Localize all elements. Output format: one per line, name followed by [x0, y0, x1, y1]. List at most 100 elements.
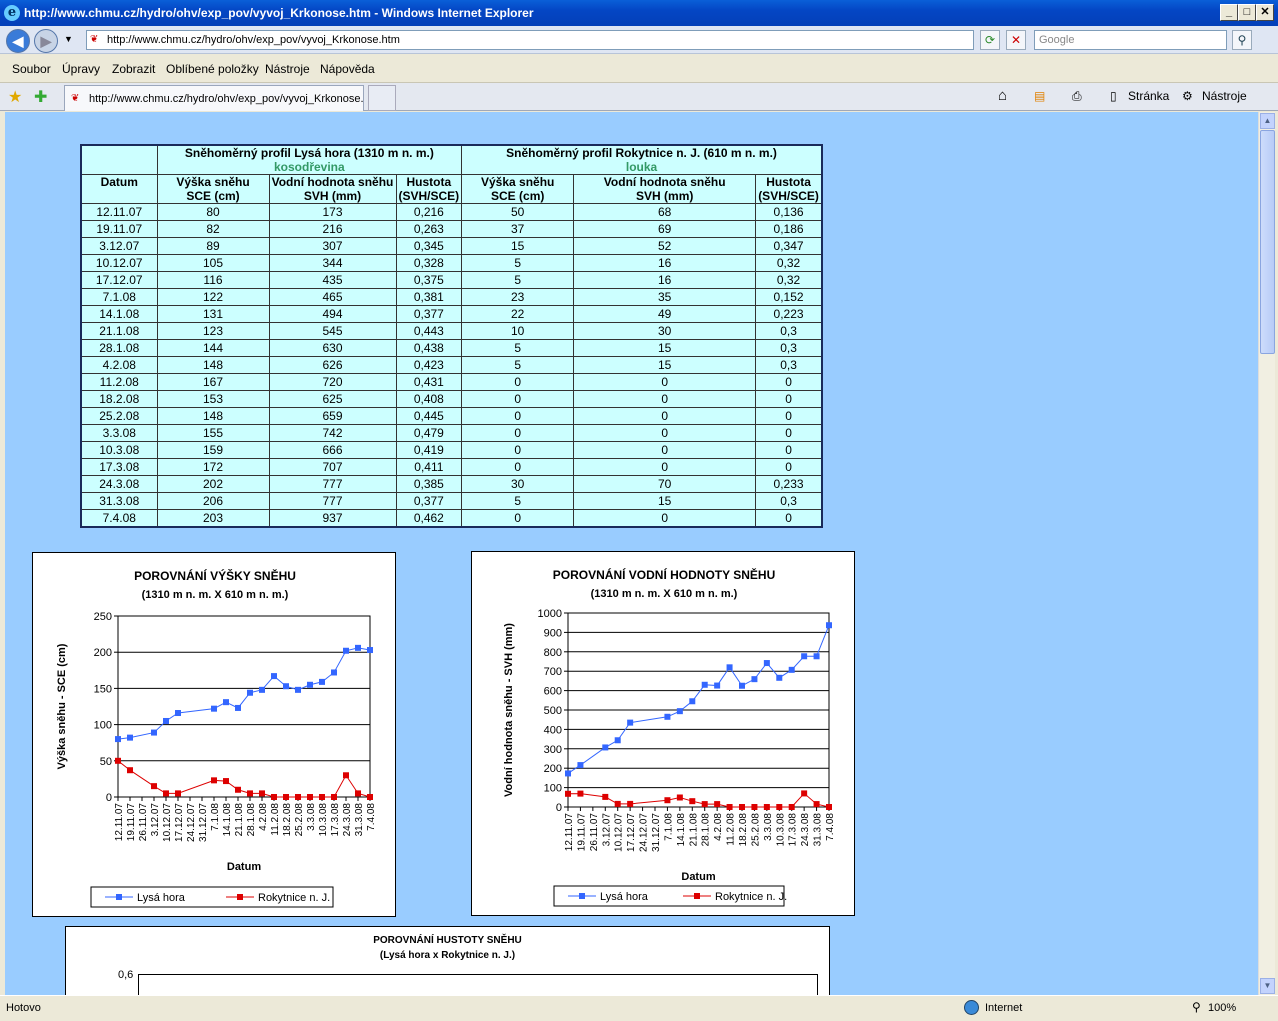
- menu-oblibene[interactable]: Oblíbené položky: [166, 62, 259, 76]
- table-cell: 173: [268, 203, 397, 221]
- y-axis-label: Výška sněhu - SCE (cm): [56, 643, 68, 769]
- data-point: [211, 705, 217, 712]
- table-row: 10.3.08 159 666 0,419 0 0 0: [80, 441, 823, 459]
- table-cell: 24.3.08: [80, 475, 158, 493]
- tools-menu[interactable]: Nástroje: [1202, 89, 1247, 103]
- data-point: [115, 757, 121, 764]
- x-tick-label: 31.12.07: [651, 813, 662, 852]
- new-tab-button[interactable]: [368, 85, 396, 111]
- profile1-sub: kosodřevina: [273, 160, 345, 174]
- x-axis-label: Datum: [227, 861, 261, 873]
- menu-napoveda[interactable]: Nápověda: [320, 62, 375, 76]
- table-cell: 742: [268, 424, 397, 442]
- data-point: [602, 793, 609, 800]
- x-tick-label: 25.2.08: [750, 813, 761, 847]
- table-cell: 70: [573, 475, 757, 493]
- search-input[interactable]: Google: [1034, 30, 1227, 50]
- data-point: [726, 804, 733, 810]
- data-point: [676, 794, 683, 801]
- x-tick-label: 4.2.08: [258, 803, 269, 831]
- data-point: [801, 653, 808, 660]
- x-tick-label: 18.2.08: [738, 813, 749, 847]
- search-icon[interactable]: ⚲: [1232, 30, 1252, 50]
- data-point: [295, 686, 301, 693]
- legend-marker: [694, 893, 700, 899]
- scroll-down-icon[interactable]: ▼: [1260, 978, 1275, 994]
- zoom-level[interactable]: 100%: [1208, 1002, 1236, 1014]
- menu-zobrazit[interactable]: Zobrazit: [112, 62, 155, 76]
- minimize-button[interactable]: _: [1220, 4, 1238, 21]
- table-cell: 0,408: [395, 390, 463, 408]
- table-row: 10.12.07 105 344 0,328 5 16 0,32: [80, 254, 823, 272]
- legend-marker: [116, 894, 122, 900]
- tab-favicon-icon: ❦: [71, 93, 80, 104]
- table-cell: 0,443: [395, 322, 463, 340]
- table-cell: 659: [268, 407, 397, 425]
- chart-density-ytick: 0,6: [118, 969, 134, 981]
- data-point: [577, 790, 584, 797]
- menu-nastroje[interactable]: Nástroje: [265, 62, 310, 76]
- address-field[interactable]: ❦ http://www.chmu.cz/hydro/ohv/exp_pov/v…: [86, 30, 974, 50]
- feeds-icon[interactable]: ▤: [1034, 89, 1045, 103]
- refresh-icon[interactable]: ⟳: [980, 30, 1000, 50]
- table-cell: 10.12.07: [80, 254, 158, 272]
- back-icon[interactable]: ◀: [6, 29, 30, 53]
- data-point: [223, 699, 229, 706]
- scroll-up-icon[interactable]: ▲: [1260, 113, 1275, 129]
- table-cell: 0: [573, 407, 757, 425]
- x-tick-label: 14.1.08: [222, 803, 233, 837]
- data-point: [307, 681, 313, 688]
- data-point: [776, 674, 783, 681]
- table-cell: 0,419: [395, 441, 463, 459]
- table-cell: 0: [573, 458, 757, 476]
- table-cell: 31.3.08: [80, 492, 158, 510]
- table-cell: 49: [573, 305, 757, 323]
- favorites-star-icon[interactable]: ★: [8, 87, 22, 107]
- scroll-thumb[interactable]: [1260, 130, 1275, 354]
- profile2-header: Sněhoměrný profil Rokytnice n. J. (610 m…: [461, 144, 823, 175]
- table-cell: 0: [573, 424, 757, 442]
- table-cell: 144: [156, 339, 270, 357]
- data-point: [127, 734, 133, 741]
- data-point: [776, 804, 783, 810]
- search-placeholder: Google: [1039, 34, 1075, 46]
- table-cell: 630: [268, 339, 397, 357]
- forward-icon[interactable]: ▶: [34, 29, 58, 53]
- history-dropdown-icon[interactable]: ▼: [64, 34, 73, 44]
- page-menu[interactable]: Stránka: [1128, 89, 1169, 103]
- maximize-button[interactable]: □: [1238, 4, 1256, 21]
- table-cell: 7.4.08: [80, 509, 158, 527]
- data-point: [701, 681, 708, 688]
- vertical-scrollbar[interactable]: ▲ ▼: [1258, 112, 1275, 995]
- data-point: [175, 710, 181, 717]
- data-point: [614, 737, 621, 744]
- table-cell: 545: [268, 322, 397, 340]
- data-point: [701, 801, 708, 808]
- add-favorite-icon[interactable]: ✚: [34, 87, 47, 107]
- x-tick-label: 3.3.08: [306, 803, 317, 831]
- table-cell: 626: [268, 356, 397, 374]
- table-cell: 28.1.08: [80, 339, 158, 357]
- stop-icon[interactable]: ✕: [1006, 30, 1026, 50]
- y-tick-label: 200: [544, 763, 562, 775]
- home-icon[interactable]: ⌂: [998, 87, 1007, 104]
- y-tick-label: 150: [94, 683, 112, 695]
- table-cell: 0,445: [395, 407, 463, 425]
- x-tick-label: 3.12.07: [601, 813, 612, 847]
- data-point: [307, 794, 313, 800]
- table-cell: 15: [461, 237, 575, 255]
- menu-upravy[interactable]: Úpravy: [62, 62, 100, 76]
- profile1-header: Sněhoměrný profil Lysá hora (1310 m n. m…: [156, 144, 463, 175]
- table-row: 19.11.07 82 216 0,263 37 69 0,186: [80, 220, 823, 238]
- table-cell: 0,423: [395, 356, 463, 374]
- tab-current[interactable]: ❦ http://www.chmu.cz/hydro/ohv/exp_pov/v…: [64, 85, 364, 111]
- close-button[interactable]: ✕: [1256, 4, 1274, 21]
- menu-soubor[interactable]: Soubor: [12, 62, 51, 76]
- x-tick-label: 31.12.07: [198, 803, 209, 842]
- print-icon[interactable]: ⎙: [1072, 89, 1082, 104]
- data-point: [115, 736, 121, 743]
- data-point: [565, 770, 571, 777]
- table-cell: 0: [755, 458, 823, 476]
- tab-label: http://www.chmu.cz/hydro/ohv/exp_pov/vyv…: [89, 93, 364, 105]
- table-cell: 707: [268, 458, 397, 476]
